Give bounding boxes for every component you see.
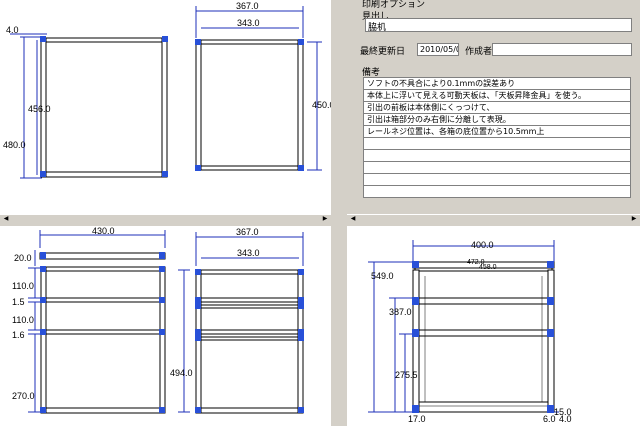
note-row[interactable]: ソフトの不具合により0.1mmの誤差あり (364, 78, 630, 90)
note-row[interactable]: レールネジ位置は、各箱の底位置から10.5mm上 (364, 126, 630, 138)
author-label: 作成者 (465, 47, 493, 57)
note-row[interactable]: 引出は箱部分のみ右側に分離して表現。 (364, 114, 630, 126)
author-field[interactable] (492, 43, 632, 56)
dim-label: 343.0 (237, 18, 260, 28)
dim-label: 17.0 (408, 414, 426, 424)
notes-list[interactable]: ソフトの不具合により0.1mmの誤差あり 本体上に浮いて見える可動天板は、「天板… (363, 77, 631, 198)
dim-label: 110.0 (12, 281, 34, 291)
dim-label: 1.5 (12, 297, 25, 307)
updated-label: 最終更新日 (360, 47, 406, 57)
note-row[interactable]: 本体上に浮いて見える可動天板は、「天板昇降金具」を使う。 (364, 90, 630, 102)
note-row[interactable]: 引出の前板は本体側にくっつけて、 (364, 102, 630, 114)
view-bottom-left[interactable]: 430.0 20.0 110.0 1.5 110.0 1.6 270.0 367… (0, 226, 331, 426)
dim-label: 367.0 (236, 1, 259, 11)
drawing-bottom-left: 430.0 20.0 110.0 1.5 110.0 1.6 270.0 367… (12, 226, 304, 414)
note-row[interactable] (364, 138, 630, 150)
heading-field[interactable]: 脇机 (365, 18, 632, 32)
dim-label: 549.0 (371, 271, 394, 281)
dim-label: 1.6 (12, 330, 25, 340)
note-row[interactable] (364, 162, 630, 174)
dim-label: 480.0 (3, 140, 26, 150)
dim-label: 456.0 (28, 104, 51, 114)
updated-field[interactable]: 2010/05/09 (417, 43, 459, 56)
dim-label: 400.0 (471, 240, 494, 250)
drawing-bottom-right: 400.0 472.0 458.0 549.0 387.0 275.5 17.0… (368, 240, 572, 424)
dim-label: 4.0 (559, 414, 572, 424)
view-top-left[interactable]: 4.0 456.0 480.0 367.0 343.0 450.0 (0, 0, 331, 214)
dim-label: 387.0 (389, 307, 412, 317)
dim-label: 110.0 (12, 315, 34, 325)
dim-label: 367.0 (236, 227, 259, 237)
splitter-vertical[interactable] (331, 0, 347, 426)
scrollbar-top-left[interactable]: ◀ ▶ (0, 214, 331, 222)
view-bottom-right[interactable]: 400.0 472.0 458.0 549.0 387.0 275.5 17.0… (347, 226, 640, 426)
dim-label: 343.0 (237, 248, 260, 258)
dim-label: 450.0 (312, 100, 331, 110)
dim-label: 20.0 (14, 253, 32, 263)
dim-label: 494.0 (170, 368, 193, 378)
note-row[interactable] (364, 174, 630, 186)
note-row[interactable] (364, 150, 630, 162)
dim-label: 270.0 (12, 391, 35, 401)
dim-label: 430.0 (92, 226, 115, 236)
dim-label: 4.0 (6, 25, 19, 35)
drawing-top-left: 4.0 456.0 480.0 367.0 343.0 450.0 (3, 1, 331, 179)
dim-label: 275.5 (395, 370, 418, 380)
dim-label: 6.0 (543, 414, 556, 424)
note-row[interactable] (364, 186, 630, 198)
dim-label: 458.0 (479, 264, 497, 271)
scrollbar-properties[interactable]: ◀ ▶ (347, 214, 640, 222)
